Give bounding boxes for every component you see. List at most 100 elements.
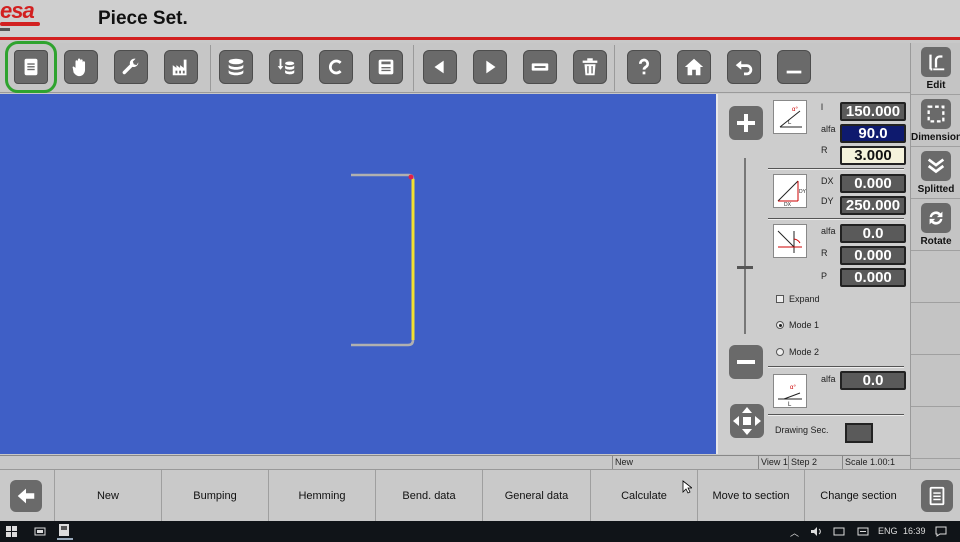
expand-checkbox-box[interactable] — [776, 295, 784, 303]
drawing-canvas[interactable] — [0, 94, 716, 454]
minimize-button[interactable] — [777, 50, 811, 84]
drawing-section-field[interactable] — [845, 423, 873, 443]
speaker-icon[interactable] — [810, 526, 822, 537]
zoom-slider-track[interactable] — [744, 158, 746, 334]
angle-length-thumbnail: α° L — [773, 100, 807, 134]
tray-chevron-icon[interactable]: ︿ — [790, 526, 799, 539]
new-command[interactable]: New — [54, 470, 161, 522]
controls-panel: α° L l 150.000 alfa 90.0 R 3.000 DY DX D… — [716, 94, 910, 454]
database-button[interactable] — [219, 50, 253, 84]
move-to-section-command[interactable]: Move to section — [697, 470, 804, 522]
machine-button[interactable] — [164, 50, 198, 84]
dimensioning-icon — [921, 99, 951, 129]
save-icon — [378, 59, 394, 75]
edit-button[interactable]: Edit — [911, 43, 960, 95]
status-scale: Scale 1.00:1 — [842, 456, 910, 470]
clear-button[interactable] — [319, 50, 353, 84]
mode1-radio-circle[interactable] — [776, 321, 784, 329]
hand-icon — [72, 58, 86, 77]
side-panel-empty-slot — [911, 303, 960, 355]
language-indicator[interactable]: ENG — [878, 526, 898, 536]
section-divider — [768, 414, 904, 416]
network-icon[interactable] — [833, 526, 845, 537]
radius-r-field[interactable]: 0.000 — [840, 246, 906, 265]
back-button[interactable] — [10, 480, 42, 512]
bumping-command[interactable]: Bumping — [161, 470, 268, 522]
p-field[interactable]: 0.000 — [840, 268, 906, 287]
mode2-radio[interactable]: Mode 2 — [776, 347, 819, 357]
radius-alfa-label: alfa — [821, 226, 836, 236]
edit-label: Edit — [926, 80, 946, 91]
clock[interactable]: 16:39 — [903, 526, 926, 536]
top-toolbar — [0, 41, 910, 93]
profile-segment-bottom[interactable] — [351, 339, 415, 347]
keyboard-icon[interactable] — [857, 526, 869, 537]
expand-label: Expand — [789, 294, 820, 304]
arrow-right-icon — [486, 60, 496, 74]
move-view-button[interactable] — [730, 404, 764, 438]
next-button[interactable] — [473, 50, 507, 84]
alfa-field[interactable]: 90.0 — [840, 124, 906, 143]
thumb-l-text: L — [788, 120, 792, 126]
status-view: View 1 — [758, 456, 788, 470]
radius-alfa-field[interactable]: 0.0 — [840, 224, 906, 243]
bottom-alfa-label: alfa — [821, 374, 836, 384]
tools-button[interactable] — [114, 50, 148, 84]
hand-button[interactable] — [64, 50, 98, 84]
home-button[interactable] — [677, 50, 711, 84]
database-load-button[interactable] — [269, 50, 303, 84]
expand-checkbox[interactable]: Expand — [776, 294, 820, 304]
dx-field[interactable]: 0.000 — [840, 174, 906, 193]
mode1-radio[interactable]: Mode 1 — [776, 320, 819, 330]
mode2-radio-circle[interactable] — [776, 348, 784, 356]
notification-icon[interactable] — [935, 526, 947, 537]
l-label: l — [821, 102, 823, 112]
zoom-out-button[interactable] — [729, 345, 763, 379]
radius-r-label: R — [821, 248, 828, 258]
application-window: esa Piece Set. Edit Dimension Splitted R… — [0, 0, 960, 542]
dy-field[interactable]: 250.000 — [840, 196, 906, 215]
document-button[interactable] — [5, 41, 57, 93]
delete-button[interactable] — [573, 50, 607, 84]
save-button[interactable] — [369, 50, 403, 84]
remove-step-button[interactable] — [523, 50, 557, 84]
radius-field[interactable]: 3.000 — [840, 146, 906, 165]
splitted-button[interactable]: Splitted — [911, 147, 960, 199]
dimensioning-button[interactable]: Dimensioning — [911, 95, 960, 147]
minus-box-icon — [531, 63, 549, 71]
undo-button[interactable] — [727, 50, 761, 84]
bend-data-command[interactable]: Bend. data — [375, 470, 482, 522]
task-view-icon[interactable] — [34, 526, 46, 537]
profile-drawing — [351, 173, 415, 347]
wrench-icon — [122, 58, 139, 75]
list-button[interactable] — [921, 480, 953, 512]
logo-underline — [0, 22, 40, 26]
change-section-command[interactable]: Change section — [804, 470, 912, 522]
status-bar: New View 1 Step 2 Scale 1.00:1 — [0, 455, 910, 470]
bottom-alfa-field[interactable]: 0.0 — [840, 371, 906, 390]
zoom-slider-thumb[interactable] — [737, 266, 753, 269]
calculate-command[interactable]: Calculate — [590, 470, 697, 522]
move-arrows-icon — [733, 407, 761, 435]
mouse-cursor-icon — [682, 480, 692, 494]
rotate-label: Rotate — [920, 236, 952, 247]
hemming-command[interactable]: Hemming — [268, 470, 375, 522]
profile-segment-top[interactable] — [351, 173, 415, 180]
rotate-button[interactable]: Rotate — [911, 199, 960, 251]
general-data-command[interactable]: General data — [482, 470, 590, 522]
windows-start-icon[interactable] — [6, 526, 17, 537]
dy-label: DY — [821, 196, 834, 206]
document-icon — [24, 58, 38, 76]
help-icon — [638, 58, 649, 75]
length-field[interactable]: 150.000 — [840, 102, 906, 121]
previous-button[interactable] — [423, 50, 457, 84]
section-divider — [768, 218, 904, 220]
hem-angle-diagram-icon: α° L — [778, 385, 802, 408]
toolbar-separator — [413, 45, 414, 91]
help-button[interactable] — [627, 50, 661, 84]
radius-diagram-icon — [777, 230, 802, 253]
taskbar-app-active[interactable] — [57, 523, 73, 540]
zoom-in-button[interactable] — [729, 106, 763, 140]
drawing-sec-label: Drawing Sec. — [775, 425, 829, 435]
side-panel-empty-slot — [911, 251, 960, 303]
